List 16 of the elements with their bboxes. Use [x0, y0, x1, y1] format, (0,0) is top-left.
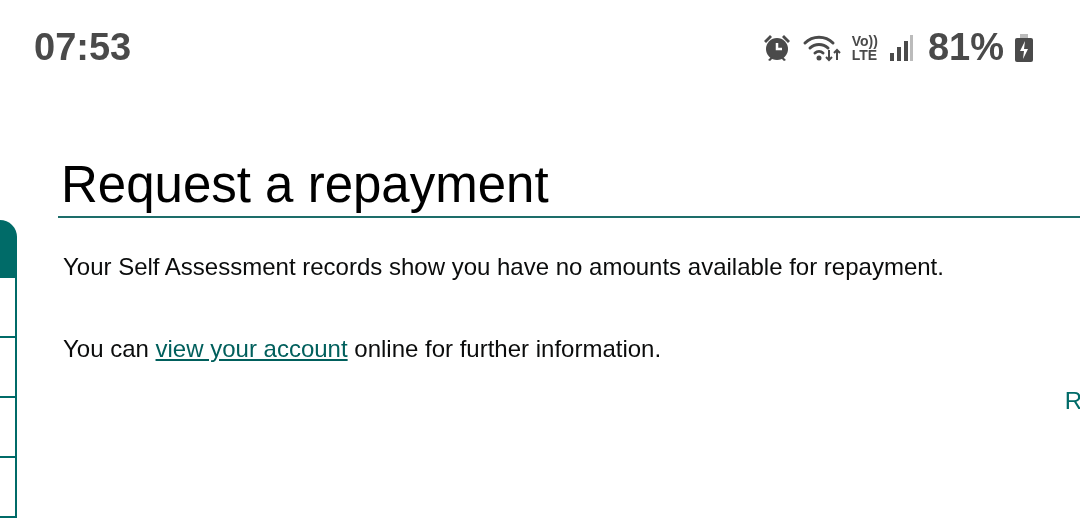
- menu-item[interactable]: [0, 338, 17, 398]
- menu-item[interactable]: [0, 278, 17, 338]
- account-link[interactable]: view your account: [155, 335, 348, 362]
- clock-time: 07:53: [34, 26, 133, 69]
- signal-icon: [887, 32, 914, 63]
- volte-label: Vo)): [851, 33, 878, 48]
- menu-item[interactable]: [0, 458, 17, 518]
- menu-header[interactable]: [0, 220, 17, 278]
- page-title: Request a repayment: [58, 155, 1080, 218]
- battery-charging-icon: [1014, 32, 1034, 63]
- paragraph: Your Self Assessment records show you have no amounts available for repayment.: [62, 252, 945, 282]
- lte-label: LTE: [851, 47, 878, 62]
- menu-item[interactable]: [0, 398, 17, 458]
- battery-percent: 81%: [927, 26, 1004, 69]
- link[interactable]: R: [1064, 386, 1080, 416]
- paragraph: You can view your account online for further information.: [62, 334, 663, 364]
